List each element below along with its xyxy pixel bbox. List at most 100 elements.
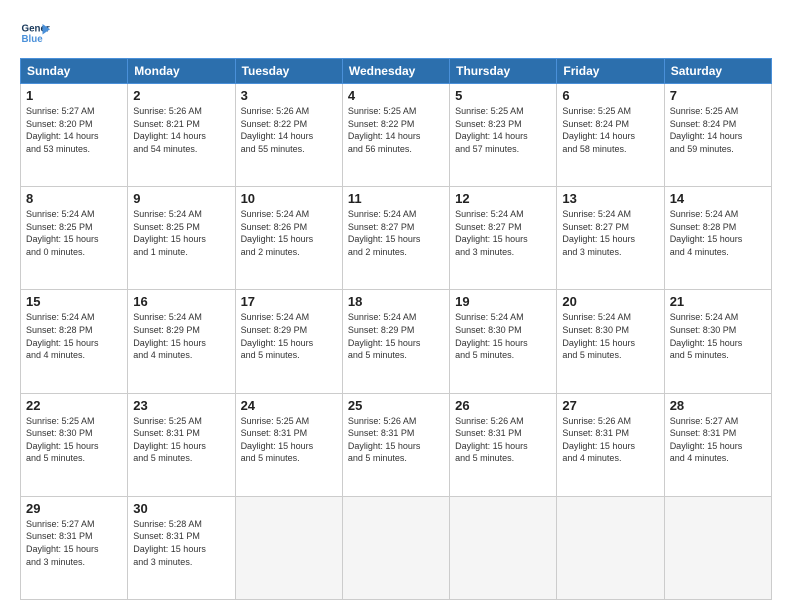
calendar-header-saturday: Saturday	[664, 59, 771, 84]
calendar-cell: 19 Sunrise: 5:24 AM Sunset: 8:30 PM Dayli…	[450, 290, 557, 393]
day-info: Sunrise: 5:24 AM Sunset: 8:29 PM Dayligh…	[241, 311, 337, 361]
calendar-cell: 3 Sunrise: 5:26 AM Sunset: 8:22 PM Daylig…	[235, 84, 342, 187]
day-number: 8	[26, 191, 122, 206]
day-number: 19	[455, 294, 551, 309]
day-number: 9	[133, 191, 229, 206]
calendar-cell: 30 Sunrise: 5:28 AM Sunset: 8:31 PM Dayli…	[128, 496, 235, 599]
day-info: Sunrise: 5:28 AM Sunset: 8:31 PM Dayligh…	[133, 518, 229, 568]
day-info: Sunrise: 5:26 AM Sunset: 8:22 PM Dayligh…	[241, 105, 337, 155]
page: General Blue SundayMondayTuesdayWednesda…	[0, 0, 792, 612]
header: General Blue	[20, 18, 772, 48]
calendar-week-3: 15 Sunrise: 5:24 AM Sunset: 8:28 PM Dayli…	[21, 290, 772, 393]
day-number: 1	[26, 88, 122, 103]
day-info: Sunrise: 5:25 AM Sunset: 8:31 PM Dayligh…	[241, 415, 337, 465]
day-number: 7	[670, 88, 766, 103]
day-number: 4	[348, 88, 444, 103]
day-number: 27	[562, 398, 658, 413]
svg-text:Blue: Blue	[22, 34, 44, 45]
day-number: 25	[348, 398, 444, 413]
calendar-cell: 18Sunrise: 5:24 AM Sunset: 8:29 PM Dayli…	[342, 290, 449, 393]
day-number: 12	[455, 191, 551, 206]
calendar-cell: 12 Sunrise: 5:24 AM Sunset: 8:27 PM Dayli…	[450, 187, 557, 290]
day-info: Sunrise: 5:25 AM Sunset: 8:24 PM Dayligh…	[562, 105, 658, 155]
calendar-cell: 15 Sunrise: 5:24 AM Sunset: 8:28 PM Dayli…	[21, 290, 128, 393]
day-info: Sunrise: 5:24 AM Sunset: 8:29 PM Dayligh…	[133, 311, 229, 361]
day-number: 24	[241, 398, 337, 413]
calendar-cell: 22Sunrise: 5:25 AM Sunset: 8:30 PM Dayli…	[21, 393, 128, 496]
day-info: Sunrise: 5:24 AM Sunset: 8:30 PM Dayligh…	[562, 311, 658, 361]
day-info: Sunrise: 5:27 AM Sunset: 8:31 PM Dayligh…	[670, 415, 766, 465]
day-number: 23	[133, 398, 229, 413]
calendar-header-monday: Monday	[128, 59, 235, 84]
calendar-week-1: 1 Sunrise: 5:27 AM Sunset: 8:20 PM Daylig…	[21, 84, 772, 187]
calendar-cell: 11Sunrise: 5:24 AM Sunset: 8:27 PM Dayli…	[342, 187, 449, 290]
calendar-cell: 21 Sunrise: 5:24 AM Sunset: 8:30 PM Dayli…	[664, 290, 771, 393]
calendar-header-friday: Friday	[557, 59, 664, 84]
calendar-cell: 14Sunrise: 5:24 AM Sunset: 8:28 PM Dayli…	[664, 187, 771, 290]
day-number: 3	[241, 88, 337, 103]
day-number: 29	[26, 501, 122, 516]
calendar-cell: 13Sunrise: 5:24 AM Sunset: 8:27 PM Dayli…	[557, 187, 664, 290]
calendar-cell: 9Sunrise: 5:24 AM Sunset: 8:25 PM Daylig…	[128, 187, 235, 290]
day-number: 11	[348, 191, 444, 206]
day-info: Sunrise: 5:25 AM Sunset: 8:23 PM Dayligh…	[455, 105, 551, 155]
day-number: 30	[133, 501, 229, 516]
day-info: Sunrise: 5:25 AM Sunset: 8:31 PM Dayligh…	[133, 415, 229, 465]
calendar-cell: 4 Sunrise: 5:25 AM Sunset: 8:22 PM Daylig…	[342, 84, 449, 187]
day-info: Sunrise: 5:24 AM Sunset: 8:30 PM Dayligh…	[455, 311, 551, 361]
calendar-header-sunday: Sunday	[21, 59, 128, 84]
day-number: 5	[455, 88, 551, 103]
calendar-header-thursday: Thursday	[450, 59, 557, 84]
calendar-cell	[342, 496, 449, 599]
calendar-cell	[664, 496, 771, 599]
day-number: 17	[241, 294, 337, 309]
calendar-cell: 6 Sunrise: 5:25 AM Sunset: 8:24 PM Daylig…	[557, 84, 664, 187]
calendar-header-tuesday: Tuesday	[235, 59, 342, 84]
calendar-cell: 26Sunrise: 5:26 AM Sunset: 8:31 PM Dayli…	[450, 393, 557, 496]
day-info: Sunrise: 5:25 AM Sunset: 8:30 PM Dayligh…	[26, 415, 122, 465]
calendar-cell: 5 Sunrise: 5:25 AM Sunset: 8:23 PM Daylig…	[450, 84, 557, 187]
day-number: 14	[670, 191, 766, 206]
calendar-cell: 17 Sunrise: 5:24 AM Sunset: 8:29 PM Dayli…	[235, 290, 342, 393]
calendar-cell	[557, 496, 664, 599]
calendar-cell: 23 Sunrise: 5:25 AM Sunset: 8:31 PM Dayli…	[128, 393, 235, 496]
calendar-week-2: 8 Sunrise: 5:24 AM Sunset: 8:25 PM Daylig…	[21, 187, 772, 290]
day-info: Sunrise: 5:24 AM Sunset: 8:27 PM Dayligh…	[455, 208, 551, 258]
calendar-cell: 25 Sunrise: 5:26 AM Sunset: 8:31 PM Dayli…	[342, 393, 449, 496]
day-info: Sunrise: 5:27 AM Sunset: 8:31 PM Dayligh…	[26, 518, 122, 568]
day-number: 26	[455, 398, 551, 413]
calendar-cell: 27Sunrise: 5:26 AM Sunset: 8:31 PM Dayli…	[557, 393, 664, 496]
calendar-cell: 28 Sunrise: 5:27 AM Sunset: 8:31 PM Dayli…	[664, 393, 771, 496]
day-number: 18	[348, 294, 444, 309]
calendar-cell: 2 Sunrise: 5:26 AM Sunset: 8:21 PM Daylig…	[128, 84, 235, 187]
calendar-cell: 10Sunrise: 5:24 AM Sunset: 8:26 PM Dayli…	[235, 187, 342, 290]
day-number: 21	[670, 294, 766, 309]
calendar-table: SundayMondayTuesdayWednesdayThursdayFrid…	[20, 58, 772, 600]
day-info: Sunrise: 5:24 AM Sunset: 8:25 PM Dayligh…	[26, 208, 122, 258]
day-number: 16	[133, 294, 229, 309]
day-info: Sunrise: 5:26 AM Sunset: 8:21 PM Dayligh…	[133, 105, 229, 155]
day-number: 28	[670, 398, 766, 413]
calendar-header-wednesday: Wednesday	[342, 59, 449, 84]
calendar-cell: 1 Sunrise: 5:27 AM Sunset: 8:20 PM Daylig…	[21, 84, 128, 187]
calendar-cell	[235, 496, 342, 599]
calendar-cell	[450, 496, 557, 599]
day-info: Sunrise: 5:27 AM Sunset: 8:20 PM Dayligh…	[26, 105, 122, 155]
day-number: 10	[241, 191, 337, 206]
logo: General Blue	[20, 18, 50, 48]
logo-icon: General Blue	[20, 18, 50, 48]
calendar-week-5: 29 Sunrise: 5:27 AM Sunset: 8:31 PM Dayli…	[21, 496, 772, 599]
calendar-cell: 24 Sunrise: 5:25 AM Sunset: 8:31 PM Dayli…	[235, 393, 342, 496]
calendar-body: 1 Sunrise: 5:27 AM Sunset: 8:20 PM Daylig…	[21, 84, 772, 600]
day-number: 6	[562, 88, 658, 103]
calendar-cell: 29 Sunrise: 5:27 AM Sunset: 8:31 PM Dayli…	[21, 496, 128, 599]
day-number: 15	[26, 294, 122, 309]
calendar-cell: 20Sunrise: 5:24 AM Sunset: 8:30 PM Dayli…	[557, 290, 664, 393]
day-info: Sunrise: 5:24 AM Sunset: 8:28 PM Dayligh…	[26, 311, 122, 361]
day-info: Sunrise: 5:24 AM Sunset: 8:27 PM Dayligh…	[562, 208, 658, 258]
day-info: Sunrise: 5:24 AM Sunset: 8:30 PM Dayligh…	[670, 311, 766, 361]
calendar-cell: 16 Sunrise: 5:24 AM Sunset: 8:29 PM Dayli…	[128, 290, 235, 393]
day-info: Sunrise: 5:26 AM Sunset: 8:31 PM Dayligh…	[348, 415, 444, 465]
day-info: Sunrise: 5:25 AM Sunset: 8:22 PM Dayligh…	[348, 105, 444, 155]
day-number: 2	[133, 88, 229, 103]
